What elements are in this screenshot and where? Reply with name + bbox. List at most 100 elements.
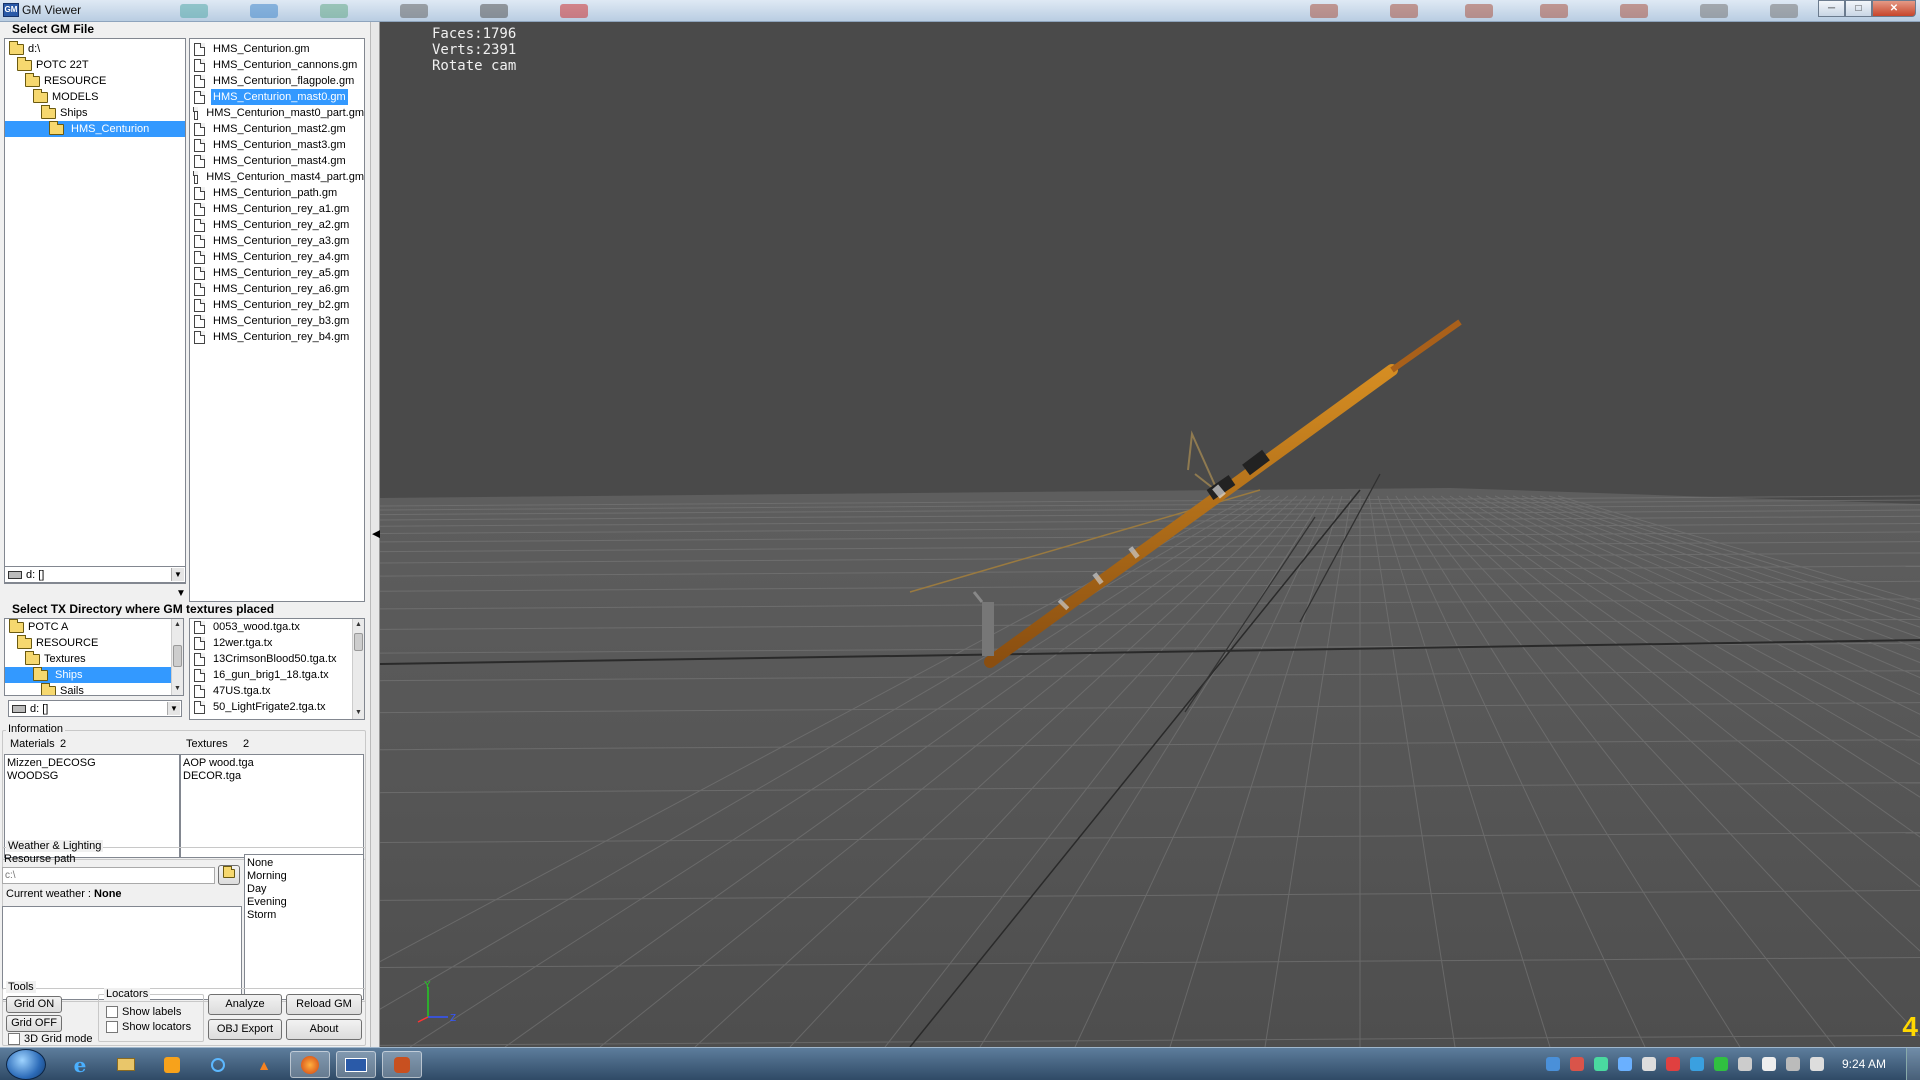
show-desktop-button[interactable] [1906, 1048, 1920, 1080]
file-item[interactable]: HMS_Centurion_cannons.gm [190, 57, 364, 73]
maximize-button[interactable]: □ [1845, 0, 1872, 17]
file-item[interactable]: 0053_wood.tga.tx [190, 619, 364, 635]
gm-file-list[interactable]: HMS_Centurion.gm HMS_Centurion_cannons.gm… [189, 38, 365, 602]
tray-network-icon[interactable] [1546, 1057, 1560, 1071]
material-item[interactable]: Mizzen_DECOSG [7, 757, 177, 770]
weather-option[interactable]: Storm [247, 909, 361, 922]
tray-app-icon[interactable] [1570, 1057, 1584, 1071]
minimize-button[interactable]: ─ [1818, 0, 1845, 17]
display-icon[interactable] [1786, 1057, 1800, 1071]
resource-path-input[interactable] [2, 867, 215, 884]
start-button[interactable] [6, 1049, 46, 1080]
tree-item[interactable]: Sails [5, 682, 171, 695]
file-item[interactable]: HMS_Centurion_flagpole.gm [190, 73, 364, 89]
file-item[interactable]: HMS_Centurion_rey_a5.gm [190, 265, 364, 281]
file-item[interactable]: HMS_Centurion_rey_a4.gm [190, 249, 364, 265]
checkbox-box[interactable] [8, 1033, 20, 1045]
tray-app-icon[interactable] [1738, 1057, 1752, 1071]
analyze-button[interactable]: Analyze [208, 994, 282, 1015]
scroll-thumb[interactable] [173, 645, 182, 667]
tree-item[interactable]: RESOURCE [5, 634, 171, 651]
file-item[interactable]: HMS_Centurion_rey_a6.gm [190, 281, 364, 297]
file-item[interactable]: HMS_Centurion_path.gm [190, 185, 364, 201]
material-item[interactable]: WOODSG [7, 770, 177, 783]
3d-viewport[interactable]: Y Z Faces:1796 Verts:2391 Rotate cam 4 [380, 22, 1920, 1047]
file-item[interactable]: HMS_Centurion_rey_b3.gm [190, 313, 364, 329]
tree-item[interactable]: MODELS [5, 88, 185, 105]
checkbox-box[interactable] [106, 1021, 118, 1033]
file-item[interactable]: 16_gun_brig1_18.tga.tx [190, 667, 364, 683]
weather-option[interactable]: None [247, 857, 361, 870]
tx-files-scrollbar[interactable]: ▲ ▼ [352, 619, 364, 719]
file-item[interactable]: 50_LightFrigate2.tga.tx [190, 699, 364, 715]
file-item[interactable]: 13CrimsonBlood50.tga.tx [190, 651, 364, 667]
scroll-down-icon[interactable]: ▼ [353, 707, 364, 719]
file-item[interactable]: HMS_Centurion_mast0.gm [190, 89, 364, 105]
scene-canvas[interactable]: Y Z [380, 22, 1920, 1047]
tx-drive-select[interactable]: d: [] ▼ [8, 700, 182, 717]
volume-icon[interactable] [1810, 1057, 1824, 1071]
textures-list[interactable]: AOP wood.tga DECOR.tga [180, 754, 364, 858]
grid-off-button[interactable]: Grid OFF [6, 1015, 62, 1032]
expand-arrow-icon[interactable]: ▼ [176, 588, 186, 599]
tray-app-icon[interactable] [1618, 1057, 1632, 1071]
scroll-up-icon[interactable]: ▲ [172, 619, 183, 631]
reload-gm-button[interactable]: Reload GM [286, 994, 362, 1015]
file-item[interactable]: HMS_Centurion_rey_a3.gm [190, 233, 364, 249]
close-button[interactable]: ✕ [1872, 0, 1916, 17]
scroll-up-icon[interactable]: ▲ [353, 619, 364, 631]
weather-option[interactable]: Morning [247, 870, 361, 883]
file-item[interactable]: HMS_Centurion_rey_b4.gm [190, 329, 364, 345]
scroll-down-icon[interactable]: ▼ [172, 683, 183, 695]
tray-app-icon[interactable] [1690, 1057, 1704, 1071]
tray-app-icon[interactable] [1594, 1057, 1608, 1071]
clock[interactable]: 9:24 AM [1842, 1057, 1886, 1071]
tray-app-icon[interactable] [1714, 1057, 1728, 1071]
file-item[interactable]: HMS_Centurion_mast4_part.gm [190, 169, 364, 185]
media-player-icon[interactable] [152, 1051, 192, 1078]
chevron-down-icon[interactable]: ▼ [167, 702, 180, 715]
texture-item[interactable]: DECOR.tga [183, 770, 361, 783]
file-item[interactable]: HMS_Centurion_rey_b2.gm [190, 297, 364, 313]
grid-on-button[interactable]: Grid ON [6, 996, 62, 1013]
gm-drive-select[interactable]: d: [] ▼ [4, 566, 186, 583]
browse-button[interactable] [218, 865, 240, 885]
gm-folder-tree[interactable]: d:\ POTC 22T RESOURCE MODELS Ships HMS_Centur… [4, 38, 186, 584]
tray-app-icon[interactable] [1666, 1057, 1680, 1071]
tree-item[interactable]: POTC 22T [5, 56, 185, 73]
obj-export-button[interactable]: OBJ Export [208, 1019, 282, 1040]
vlc-icon[interactable]: ▲ [244, 1051, 284, 1078]
grid3d-checkbox[interactable]: 3D Grid mode [8, 1033, 92, 1045]
file-item[interactable]: HMS_Centurion_mast4.gm [190, 153, 364, 169]
tree-item[interactable]: d:\ [5, 40, 185, 57]
gm-viewer-icon[interactable] [336, 1051, 376, 1078]
about-button[interactable]: About [286, 1019, 362, 1040]
file-item[interactable]: 47US.tga.tx [190, 683, 364, 699]
tree-item[interactable]: POTC A [5, 619, 171, 635]
checkbox-box[interactable] [106, 1006, 118, 1018]
ie-icon[interactable]: e [60, 1051, 100, 1078]
tool-icon[interactable] [382, 1051, 422, 1078]
weather-option[interactable]: Evening [247, 896, 361, 909]
show-locators-checkbox[interactable]: Show locators [106, 1021, 191, 1033]
tree-item[interactable]: Ships [5, 666, 171, 683]
weather-options-list[interactable]: None Morning Day Evening Storm [244, 854, 364, 1000]
weather-option[interactable]: Day [247, 883, 361, 896]
show-labels-checkbox[interactable]: Show labels [106, 1006, 181, 1018]
explorer-icon[interactable] [106, 1051, 146, 1078]
file-item[interactable]: 12wer.tga.tx [190, 635, 364, 651]
flag-icon[interactable] [1762, 1057, 1776, 1071]
file-item[interactable]: HMS_Centurion_rey_a1.gm [190, 201, 364, 217]
tray-app-icon[interactable] [1642, 1057, 1656, 1071]
scroll-thumb[interactable] [354, 633, 363, 651]
tree-item[interactable]: Ships [5, 104, 185, 121]
file-item[interactable]: HMS_Centurion_mast3.gm [190, 137, 364, 153]
tx-file-list[interactable]: 0053_wood.tga.tx 12wer.tga.tx 13CrimsonBlo… [189, 618, 365, 720]
tx-tree-scrollbar[interactable]: ▲ ▼ [171, 619, 183, 695]
file-item[interactable]: HMS_Centurion_mast0_part.gm [190, 105, 364, 121]
file-item[interactable]: HMS_Centurion_rey_a2.gm [190, 217, 364, 233]
texture-item[interactable]: AOP wood.tga [183, 757, 361, 770]
firefox-icon[interactable] [290, 1051, 330, 1078]
file-item[interactable]: HMS_Centurion_mast2.gm [190, 121, 364, 137]
tree-item[interactable]: RESOURCE [5, 72, 185, 89]
